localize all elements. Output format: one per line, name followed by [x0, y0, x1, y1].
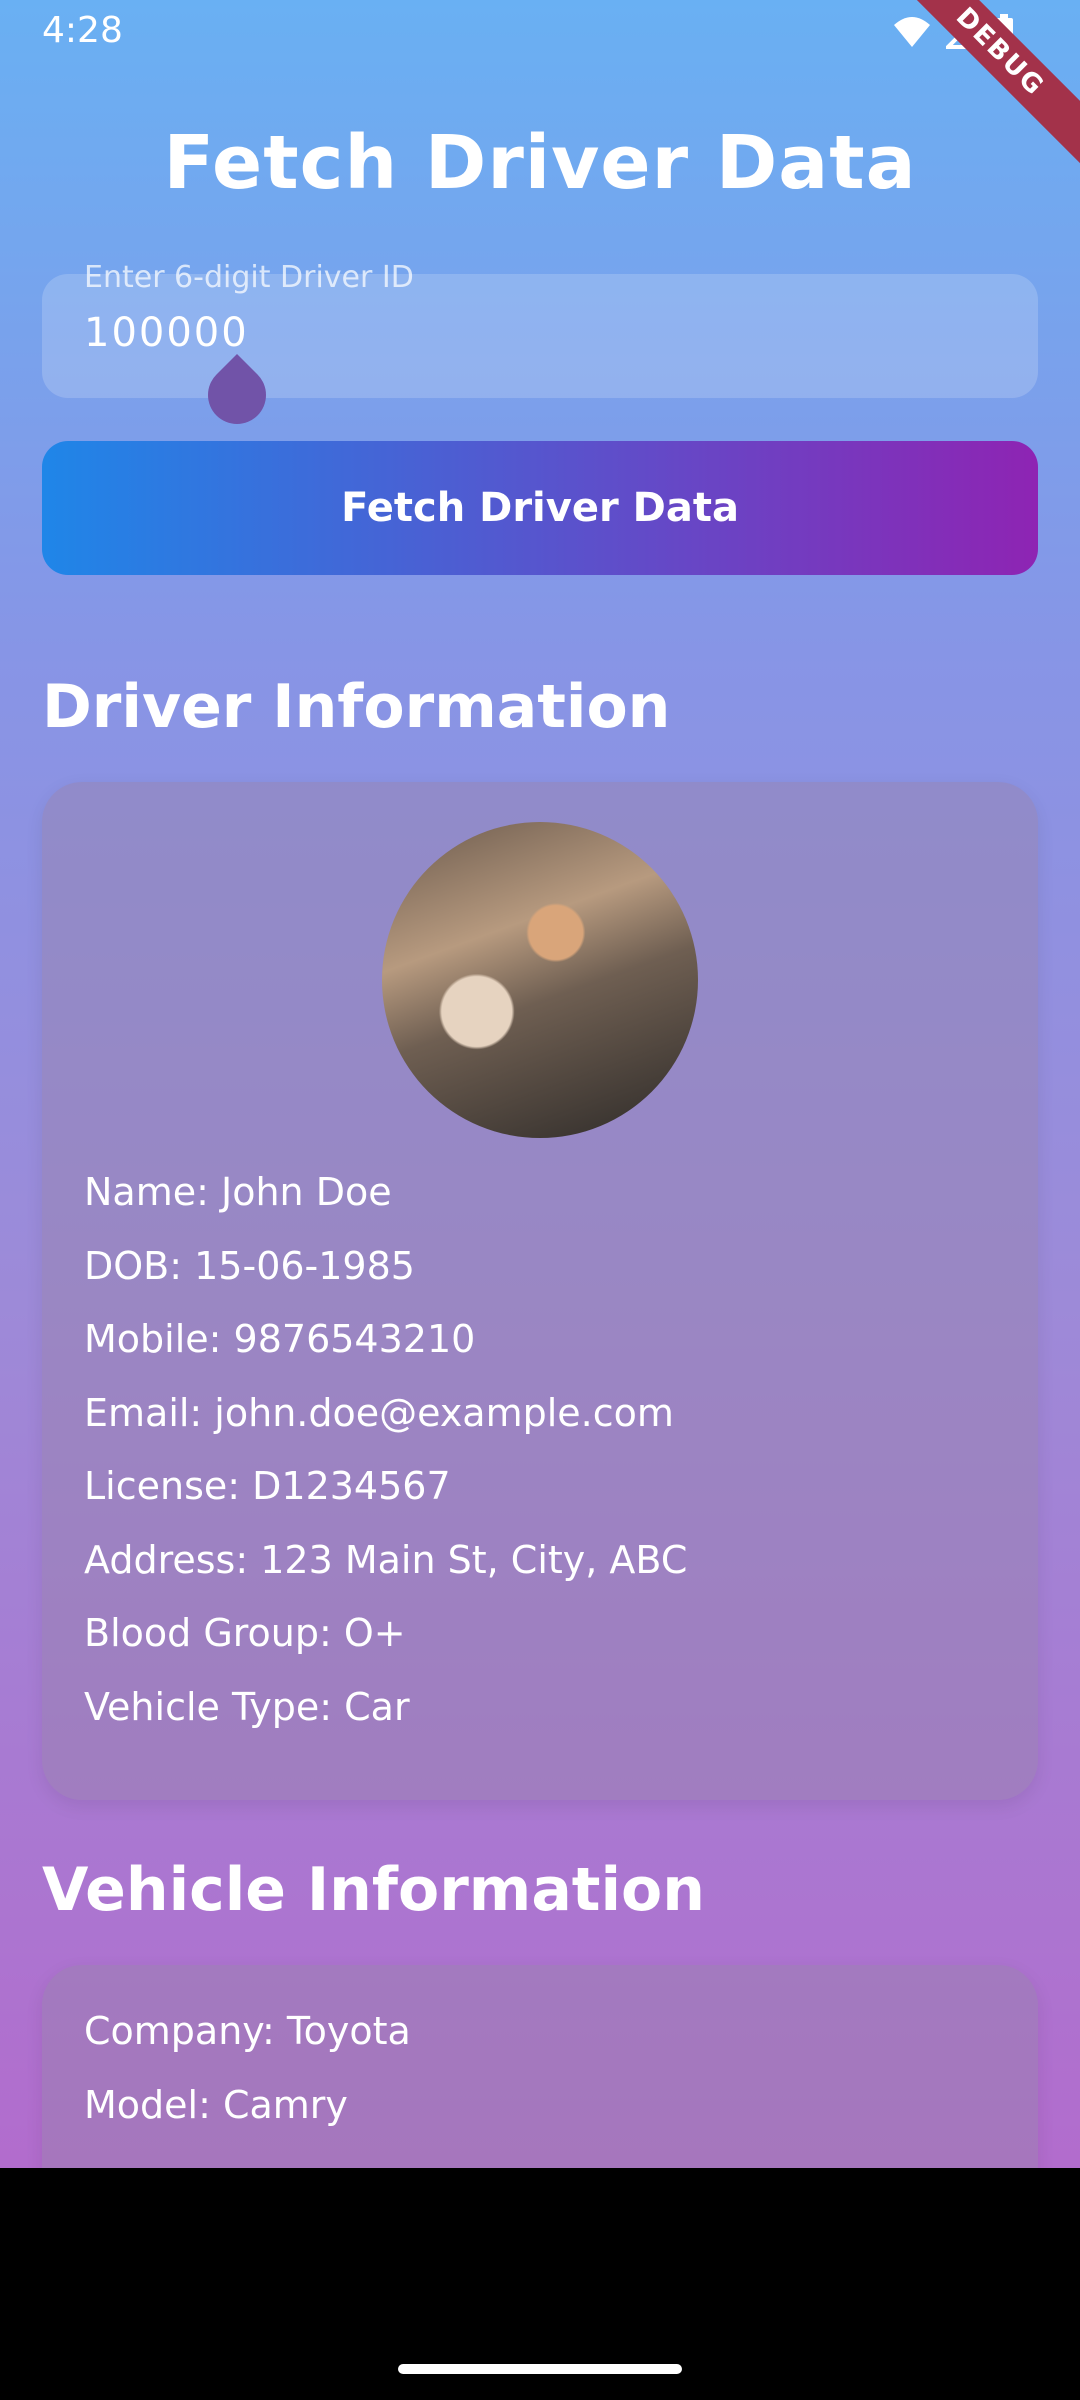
page-title: Fetch Driver Data — [163, 120, 917, 206]
status-time: 4:28 — [42, 10, 123, 51]
home-indicator[interactable] — [398, 2364, 682, 2374]
vehicle-info-card: Company: Toyota Model: Camry — [42, 1965, 1038, 2168]
vehicle-model: Model: Camry — [84, 2083, 348, 2127]
driver-information-heading: Driver Information — [42, 672, 671, 742]
driver-name: Name: John Doe — [84, 1170, 392, 1214]
driver-vehicle-type: Vehicle Type: Car — [84, 1685, 410, 1729]
driver-id-label: Enter 6-digit Driver ID — [84, 260, 414, 295]
driver-blood-group: Blood Group: O+ — [84, 1611, 406, 1655]
app-screen: 4:28 DEBUG Fetch Driver Data Enter 6-dig… — [0, 0, 1080, 2168]
driver-address: Address: 123 Main St, City, ABC — [84, 1538, 688, 1582]
driver-id-value[interactable]: 100000 — [84, 310, 249, 356]
driver-info-card: Name: John Doe DOB: 15-06-1985 Mobile: 9… — [42, 782, 1038, 1800]
driver-photo — [382, 822, 698, 1138]
driver-email: Email: john.doe@example.com — [84, 1391, 674, 1435]
wifi-icon — [894, 17, 930, 47]
fetch-driver-data-button[interactable]: Fetch Driver Data — [42, 441, 1038, 575]
driver-mobile: Mobile: 9876543210 — [84, 1317, 476, 1361]
vehicle-company: Company: Toyota — [84, 2009, 411, 2053]
driver-dob: DOB: 15-06-1985 — [84, 1244, 415, 1288]
vehicle-information-heading: Vehicle Information — [42, 1855, 705, 1925]
driver-license: License: D1234567 — [84, 1464, 451, 1508]
driver-id-input[interactable]: Enter 6-digit Driver ID 100000 — [42, 260, 1038, 398]
